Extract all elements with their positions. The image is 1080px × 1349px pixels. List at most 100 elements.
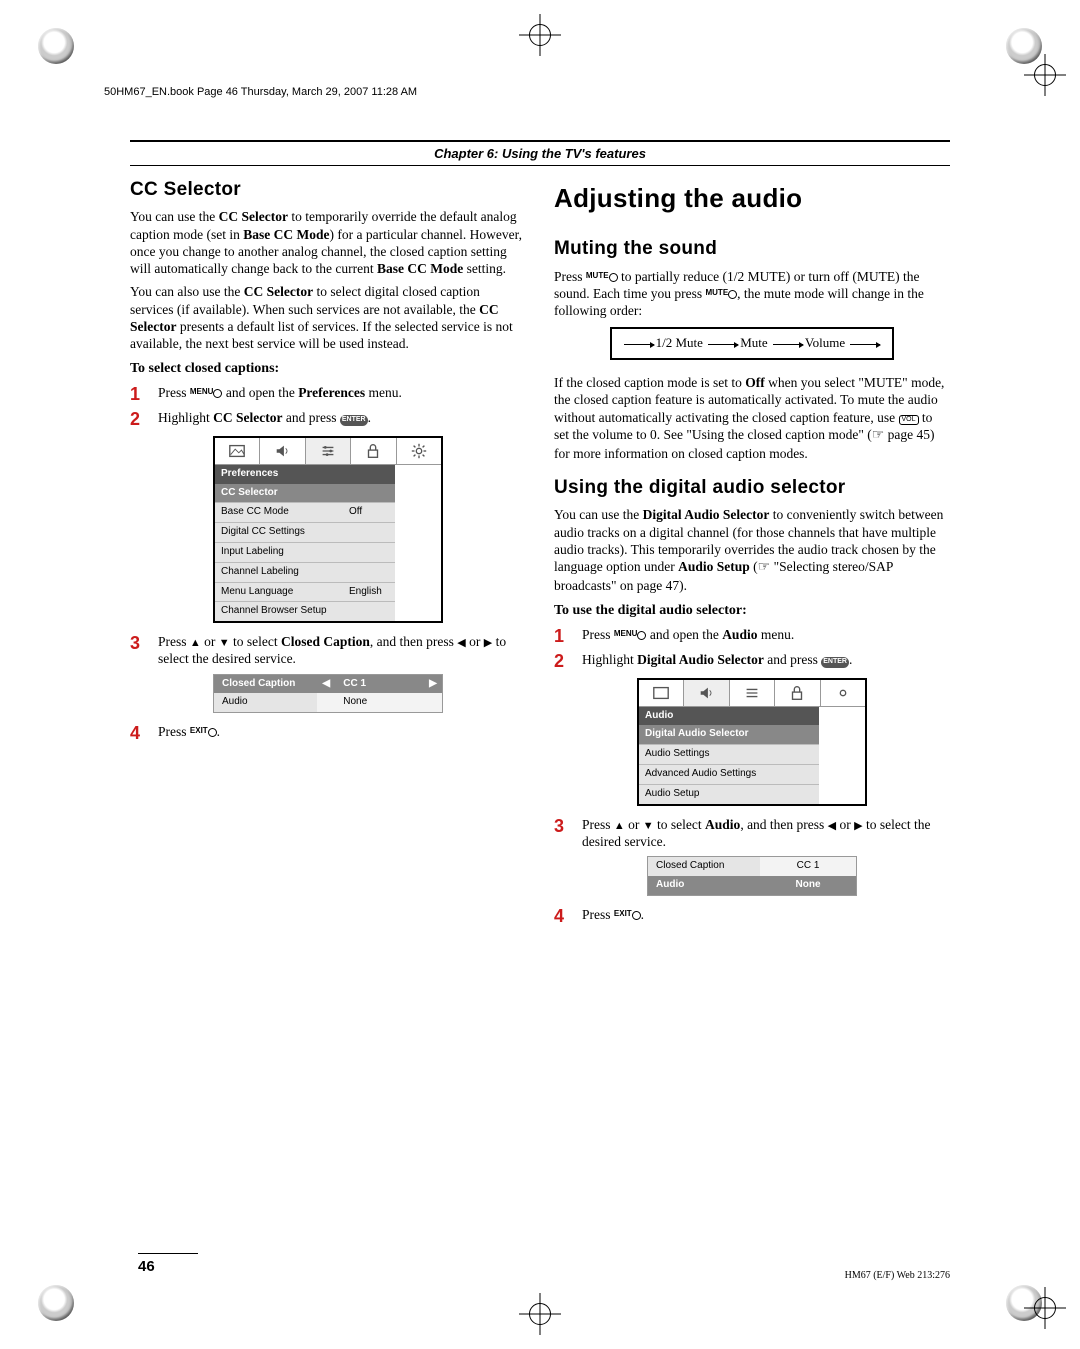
- menu-row: Audio Settings: [639, 744, 819, 764]
- cc-selector-heading: CC Selector: [130, 178, 526, 202]
- page-header-note: 50HM67_EN.book Page 46 Thursday, March 2…: [104, 86, 417, 98]
- right-column: Adjusting the audio Muting the sound Pre…: [554, 178, 950, 930]
- menu-tabs: [215, 438, 441, 465]
- chapter-title: Chapter 6: Using the TV's features: [130, 140, 950, 166]
- menu-body: Preferences CC Selector Base CC ModeOff …: [215, 465, 395, 621]
- step-1: 1 Press MENU and open the Preferences me…: [130, 384, 526, 405]
- menu-row: Base CC ModeOff: [215, 502, 395, 522]
- tab-audio-icon: [260, 438, 305, 464]
- pointer-icon: ☞: [758, 560, 771, 575]
- strip-row: Closed Caption CC 1: [648, 857, 856, 876]
- step-4: 4 Press EXIT.: [130, 723, 526, 744]
- left-arrow-icon: ◀: [457, 637, 465, 649]
- tab-setup-icon: [821, 680, 865, 706]
- step-number: 1: [554, 626, 572, 647]
- down-arrow-icon: ▼: [643, 820, 654, 832]
- subheading: To use the digital audio selector:: [554, 602, 950, 620]
- tab-lock-icon: [351, 438, 396, 464]
- step-text: Highlight CC Selector and press ENTER.: [158, 409, 526, 430]
- step-2: 2 Highlight CC Selector and press ENTER.: [130, 409, 526, 430]
- preferences-menu-screenshot: Preferences CC Selector Base CC ModeOff …: [213, 436, 443, 623]
- digital-audio-selector-heading: Using the digital audio selector: [554, 476, 950, 500]
- step-text: Press MENU and open the Preferences menu…: [158, 384, 526, 405]
- menu-selected-row: CC Selector: [215, 484, 395, 503]
- menu-row: Audio Setup: [639, 784, 819, 804]
- audio-selector-strip: Closed Caption CC 1 Audio None: [647, 856, 857, 896]
- crop-mark: [525, 1299, 555, 1329]
- print-registration-mark: [38, 28, 74, 64]
- menu-tabs: [639, 680, 865, 707]
- print-registration-mark: [38, 1285, 74, 1321]
- crop-mark: [525, 20, 555, 50]
- step-number: 3: [554, 816, 572, 851]
- strip-row: Audio None: [214, 693, 442, 712]
- subheading: To select closed captions:: [130, 360, 526, 378]
- step-number: 1: [130, 384, 148, 405]
- exit-button-icon: EXIT: [190, 727, 208, 735]
- enter-button-icon: ENTER: [821, 657, 849, 668]
- remote-button-icon: [208, 728, 217, 737]
- step-text: Highlight Digital Audio Selector and pre…: [582, 651, 950, 672]
- adjusting-audio-heading: Adjusting the audio: [554, 182, 950, 215]
- menu-button-icon: MENU: [190, 388, 214, 396]
- menu-header: Audio: [639, 707, 819, 726]
- step-number: 4: [554, 906, 572, 927]
- right-arrow-icon: ▶: [854, 820, 862, 832]
- left-column: CC Selector You can use the CC Selector …: [130, 178, 526, 930]
- body-text: You can use the Digital Audio Selector t…: [554, 506, 950, 594]
- step-number: 4: [130, 723, 148, 744]
- pointer-icon: ☞: [872, 428, 885, 443]
- body-text: Press MUTE to partially reduce (1/2 MUTE…: [554, 268, 950, 320]
- cc-selector-strip: Closed Caption ◀ CC 1 ▶ Audio None: [213, 674, 443, 714]
- left-arrow-icon: ◀: [317, 675, 335, 694]
- menu-row: Input Labeling: [215, 542, 395, 562]
- remote-button-icon: [632, 911, 641, 920]
- tab-lock-icon: [775, 680, 820, 706]
- step-3: 3 Press ▲ or ▼ to select Closed Caption,…: [130, 633, 526, 668]
- step-number: 2: [130, 409, 148, 430]
- page-number: 46: [138, 1253, 198, 1275]
- menu-body: Audio Digital Audio Selector Audio Setti…: [639, 707, 819, 804]
- menu-row: Digital CC Settings: [215, 522, 395, 542]
- step-text: Press EXIT.: [582, 906, 950, 927]
- muting-sound-heading: Muting the sound: [554, 237, 950, 261]
- crop-mark: [1030, 60, 1060, 90]
- mute-flow-diagram: 1/2 Mute Mute Volume: [554, 327, 950, 374]
- vol-button-icon: VOL: [899, 415, 919, 426]
- menu-button-icon: MENU: [614, 630, 638, 638]
- up-arrow-icon: ▲: [614, 820, 625, 832]
- tab-preferences-icon: [306, 438, 351, 464]
- remote-button-icon: [609, 273, 618, 282]
- step-number: 3: [130, 633, 148, 668]
- step-text: Press EXIT.: [158, 723, 526, 744]
- body-text: If the closed caption mode is set to Off…: [554, 374, 950, 462]
- menu-row: Channel Labeling: [215, 562, 395, 582]
- right-arrow-icon: ▶: [424, 675, 442, 694]
- menu-header: Preferences: [215, 465, 395, 484]
- menu-row: Advanced Audio Settings: [639, 764, 819, 784]
- step-text: Press ▲ or ▼ to select Closed Caption, a…: [158, 633, 526, 668]
- mute-button-icon: MUTE: [586, 272, 609, 280]
- menu-row: Channel Browser Setup: [215, 601, 395, 621]
- crop-mark: [1030, 1293, 1060, 1323]
- step-1: 1 Press MENU and open the Audio menu.: [554, 626, 950, 647]
- print-registration-mark: [1006, 28, 1042, 64]
- enter-button-icon: ENTER: [340, 415, 368, 426]
- body-text: You can use the CC Selector to temporari…: [130, 208, 526, 277]
- tab-setup-icon: [397, 438, 441, 464]
- exit-button-icon: EXIT: [614, 910, 632, 918]
- strip-selected-row: Audio None: [648, 876, 856, 895]
- tab-preferences-icon: [730, 680, 775, 706]
- body-text: You can also use the CC Selector to sele…: [130, 283, 526, 352]
- remote-button-icon: [728, 290, 737, 299]
- step-3: 3 Press ▲ or ▼ to select Audio, and then…: [554, 816, 950, 851]
- right-arrow-icon: ▶: [484, 637, 492, 649]
- tab-audio-icon: [684, 680, 729, 706]
- step-2: 2 Highlight Digital Audio Selector and p…: [554, 651, 950, 672]
- step-number: 2: [554, 651, 572, 672]
- step-4: 4 Press EXIT.: [554, 906, 950, 927]
- tab-picture-icon: [215, 438, 260, 464]
- footer-code: HM67 (E/F) Web 213:276: [845, 1270, 950, 1281]
- menu-selected-row: Digital Audio Selector: [639, 725, 819, 744]
- strip-selected-row: Closed Caption ◀ CC 1 ▶: [214, 675, 442, 694]
